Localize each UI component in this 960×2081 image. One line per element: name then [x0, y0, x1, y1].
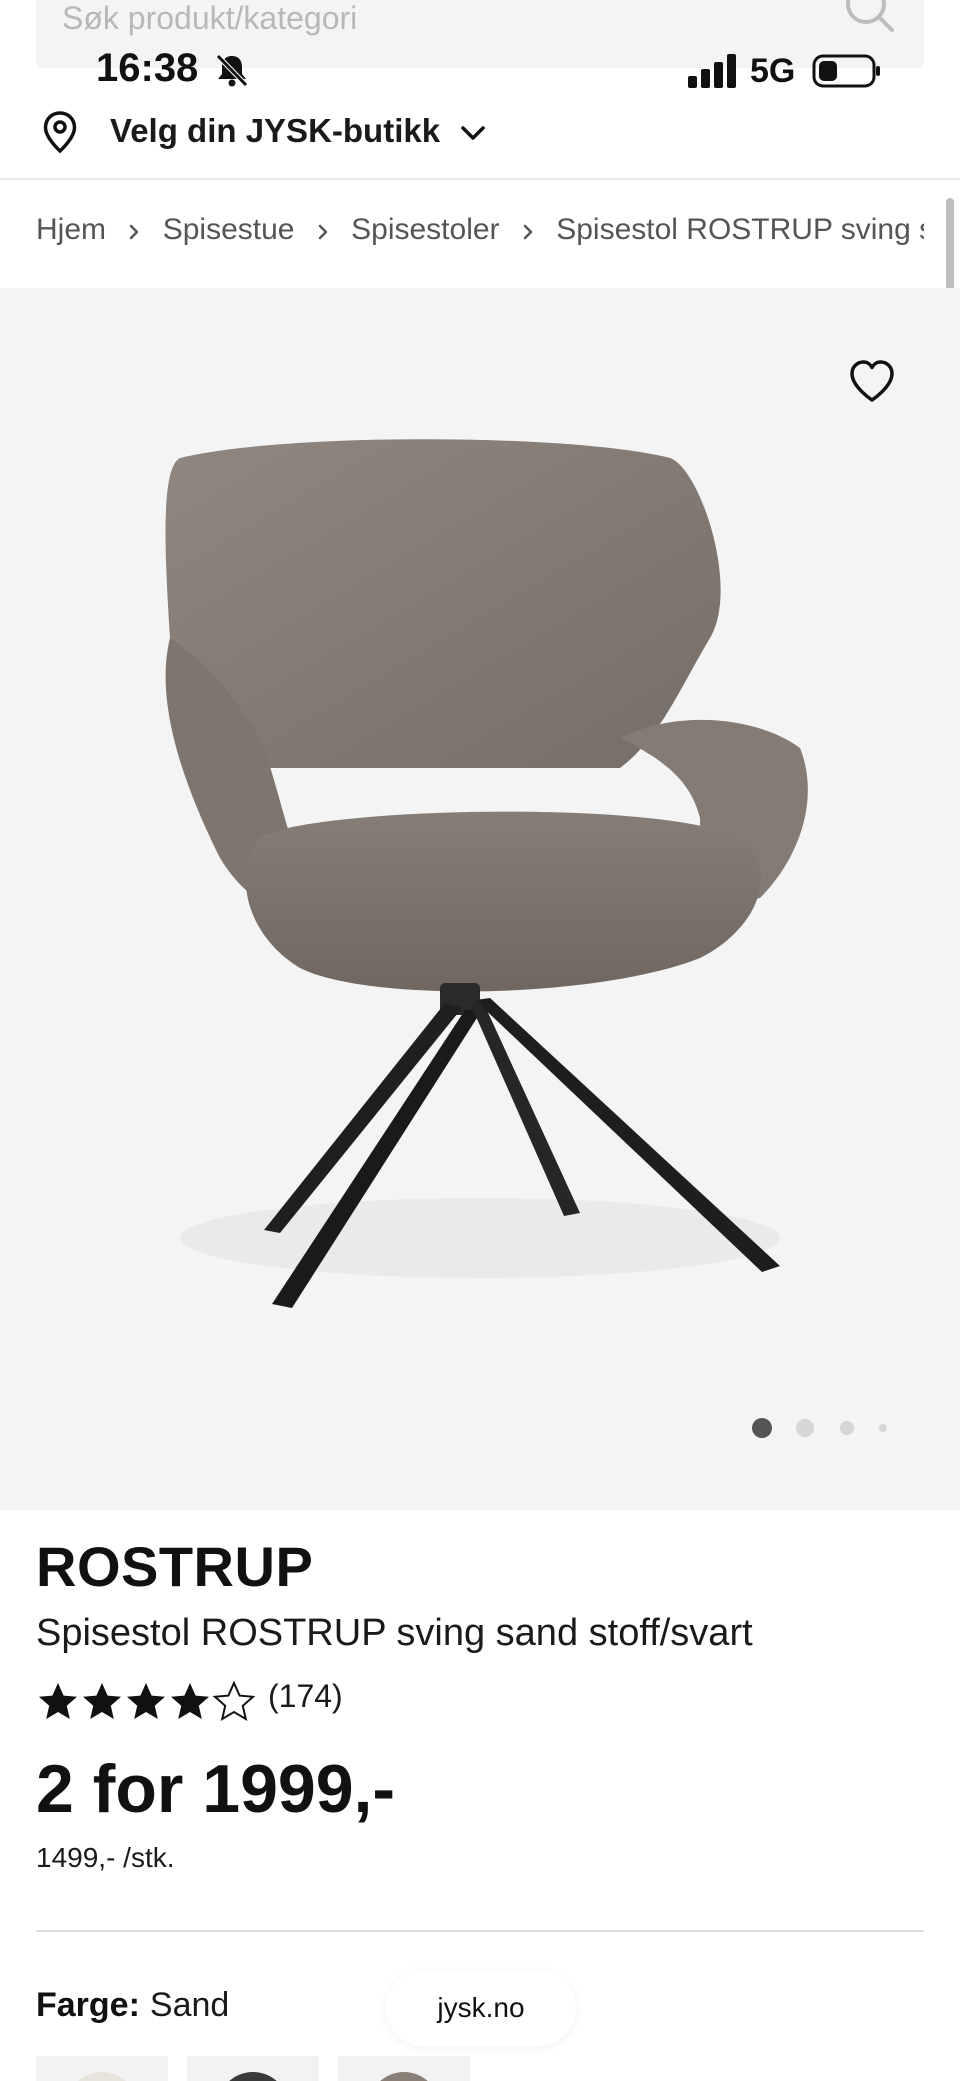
store-selector-label[interactable]: Velg din JYSK-butikk: [110, 112, 440, 150]
breadcrumb-item-dining-chairs[interactable]: Spisestoler: [351, 213, 499, 247]
search-icon[interactable]: [842, 0, 898, 40]
breadcrumb-item-current: Spisestol ROSTRUP sving sa: [556, 213, 924, 247]
chevron-down-icon[interactable]: [458, 118, 488, 148]
breadcrumb: Hjem Spisestue Spisestoler Spisestol ROS…: [36, 212, 924, 262]
signal-icon: [688, 54, 736, 88]
bell-muted-icon: [216, 54, 248, 87]
chevron-right-icon: [114, 215, 154, 246]
color-label: Farge:: [36, 1986, 140, 2024]
gallery-dot[interactable]: [879, 1424, 887, 1432]
breadcrumb-item-home[interactable]: Hjem: [36, 213, 106, 247]
section-divider: [36, 1930, 924, 1932]
store-selector[interactable]: Velg din JYSK-butikk: [36, 104, 924, 160]
unit-price: 1499,- /stk.: [36, 1842, 175, 1873]
color-swatch-brown[interactable]: [338, 2056, 470, 2081]
gallery-pagination: [748, 1416, 898, 1438]
color-swatch-black[interactable]: [187, 2056, 319, 2081]
heart-icon[interactable]: [848, 358, 896, 404]
rating-stars[interactable]: [36, 1680, 256, 1724]
gallery-dot[interactable]: [796, 1419, 814, 1437]
gallery-dot-active[interactable]: [752, 1418, 772, 1438]
product-price: 2 for 1999,-: [36, 1751, 396, 1827]
product-image-gallery[interactable]: [0, 288, 960, 1510]
gallery-dot[interactable]: [840, 1421, 854, 1435]
color-value: Sand: [149, 1986, 230, 2024]
status-time: 16:38: [96, 46, 199, 90]
product-brand: ROSTRUP: [36, 1535, 314, 1598]
color-swatch-sand[interactable]: [36, 2056, 168, 2081]
battery-icon: [812, 54, 880, 88]
network-label: 5G: [750, 52, 796, 90]
location-pin-icon: [43, 111, 77, 154]
browser-address-pill[interactable]: jysk.no: [386, 1970, 576, 2046]
swatch-thumbnail: [66, 2072, 138, 2081]
search-placeholder[interactable]: Søk produkt/kategori: [62, 0, 357, 37]
color-selection: Farge: Sand: [36, 1986, 229, 2025]
product-name: Spisestol ROSTRUP sving sand stoff/svart: [36, 1612, 753, 1654]
swatch-thumbnail: [368, 2072, 440, 2081]
header-divider: [0, 178, 960, 180]
breadcrumb-item-dining-room[interactable]: Spisestue: [163, 213, 295, 247]
product-image: [165, 439, 808, 1308]
review-count[interactable]: (174): [268, 1678, 343, 1715]
chevron-right-icon: [303, 215, 343, 246]
swatch-thumbnail: [217, 2072, 289, 2081]
chevron-right-icon: [508, 215, 548, 246]
